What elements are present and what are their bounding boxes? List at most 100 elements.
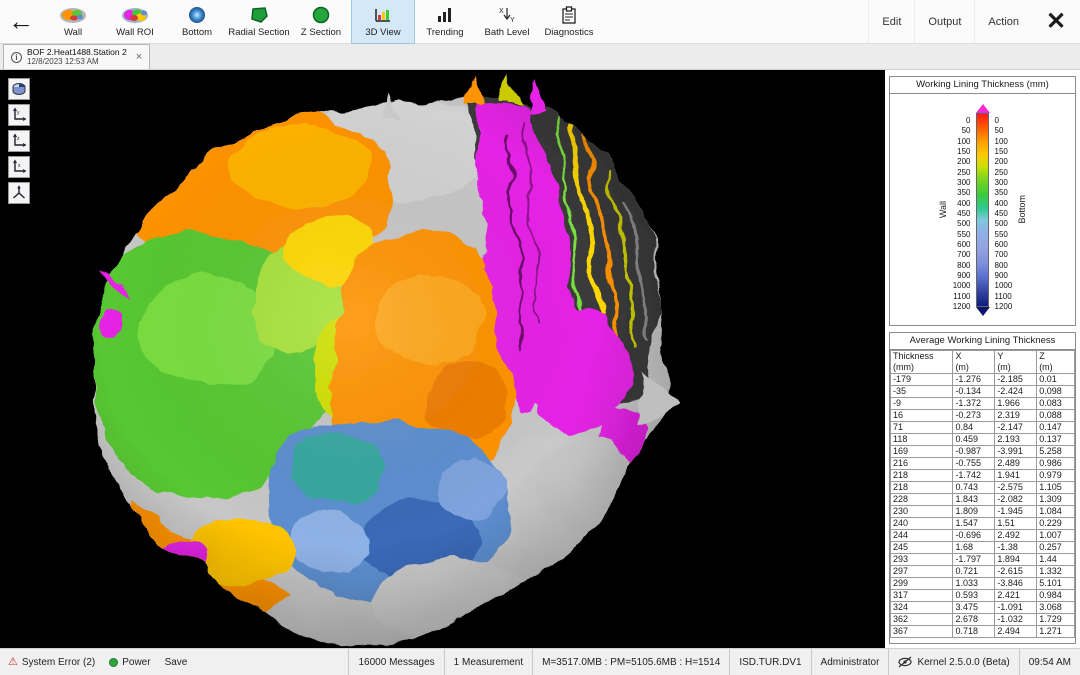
axis-xz-view-button[interactable]: z (8, 130, 30, 152)
toolbar-item-label: Wall ROI (116, 27, 154, 38)
thickness-table[interactable]: Thickness(mm) X(m) Y(m) Z(m) -179-1.276-… (890, 350, 1075, 638)
tab-close-icon[interactable]: × (136, 51, 142, 63)
table-cell: -0.755 (953, 458, 995, 470)
save-status[interactable]: Save (165, 657, 188, 668)
back-button[interactable]: ← (0, 0, 42, 43)
axis-xy-view-button[interactable]: y (8, 104, 30, 126)
legend-tick-label: 250 (957, 169, 970, 177)
table-row[interactable]: 16-0.2732.3190.088 (891, 410, 1075, 422)
action-button[interactable]: Action (974, 0, 1032, 43)
table-row[interactable]: 2281.843-2.0821.309 (891, 494, 1075, 506)
table-cell: 228 (891, 494, 953, 506)
table-row[interactable]: 216-0.7552.4890.986 (891, 458, 1075, 470)
table-cell: 1.809 (953, 506, 995, 518)
legend-tick-label: 100 (957, 138, 970, 146)
toolbar-item-label: Bath Level (485, 27, 530, 38)
table-cell: 240 (891, 518, 953, 530)
axis-yz-view-button[interactable]: x (8, 156, 30, 178)
3d-viewport[interactable]: y z x (0, 70, 885, 648)
kernel-status[interactable]: Kernel 2.5.0.0 (Beta) (888, 649, 1018, 675)
table-row[interactable]: -35-0.134-2.4240.098 (891, 386, 1075, 398)
toolbar-item-radial-section[interactable]: Radial Section (228, 0, 290, 43)
table-row[interactable]: -179-1.276-2.1850.01 (891, 374, 1075, 386)
table-cell: 362 (891, 614, 953, 626)
table-cell: -179 (891, 374, 953, 386)
table-cell: -2.575 (995, 482, 1037, 494)
col-x: X(m) (953, 351, 995, 374)
table-row[interactable]: 169-0.987-3.9915.258 (891, 446, 1075, 458)
table-cell: -9 (891, 398, 953, 410)
table-row[interactable]: 293-1.7971.8941.44 (891, 554, 1075, 566)
legend-title: Working Lining Thickness (mm) (890, 77, 1075, 94)
table-row[interactable]: 2991.033-3.8465.101 (891, 578, 1075, 590)
table-row[interactable]: 2401.5471.510.229 (891, 518, 1075, 530)
device-status[interactable]: ISD.TUR.DV1 (729, 649, 810, 675)
table-row[interactable]: 1180.4592.1930.137 (891, 434, 1075, 446)
table-cell: -2.424 (995, 386, 1037, 398)
legend-tick-label: 350 (957, 189, 970, 197)
toolbar-item-bath-level[interactable]: X Y Bath Level (476, 0, 538, 43)
table-cell: 1.007 (1037, 530, 1075, 542)
table-cell: 1.843 (953, 494, 995, 506)
table-row[interactable]: 3243.475-1.0913.068 (891, 602, 1075, 614)
table-cell: -3.846 (995, 578, 1037, 590)
col-thickness: Thickness(mm) (891, 351, 953, 374)
toolbar-item-wall[interactable]: Wall (42, 0, 104, 43)
warning-icon: ⚠ (8, 657, 18, 668)
toolbar-item-label: Diagnostics (544, 27, 593, 38)
table-row[interactable]: 2180.743-2.5751.105 (891, 482, 1075, 494)
toolbar-item-label: Z Section (301, 27, 341, 38)
legend-tick-label: 800 (995, 262, 1008, 270)
table-cell: -2.185 (995, 374, 1037, 386)
output-button[interactable]: Output (914, 0, 974, 43)
toolbar-item-bottom[interactable]: Bottom (166, 0, 228, 43)
table-row[interactable]: 710.84-2.1470.147 (891, 422, 1075, 434)
table-cell: 2.421 (995, 590, 1037, 602)
toolbar-item-3d-view[interactable]: 3D View (352, 0, 414, 43)
table-cell: 1.894 (995, 554, 1037, 566)
legend-tick-label: 150 (957, 148, 970, 156)
messages-status[interactable]: 16000 Messages (348, 649, 443, 675)
table-cell: 3.068 (1037, 602, 1075, 614)
table-cell: 2.489 (995, 458, 1037, 470)
table-cell: 317 (891, 590, 953, 602)
three-axis-view-button[interactable] (8, 182, 30, 204)
legend-tick-label: 400 (995, 200, 1008, 208)
table-row[interactable]: 3670.7182.4941.271 (891, 626, 1075, 638)
toolbar-item-diagnostics[interactable]: Diagnostics (538, 0, 600, 43)
three-d-view-icon (373, 5, 393, 25)
close-app-button[interactable]: ✕ (1032, 0, 1080, 43)
legend-bottom-label: Bottom (1017, 195, 1027, 224)
save-label: Save (165, 657, 188, 668)
edit-button[interactable]: Edit (868, 0, 914, 43)
table-row[interactable]: 2301.809-1.9451.084 (891, 506, 1075, 518)
user-status[interactable]: Administrator (811, 649, 889, 675)
table-row[interactable]: 3622.678-1.0321.729 (891, 614, 1075, 626)
furnace-3d-model[interactable] (0, 70, 885, 648)
table-cell: 0.083 (1037, 398, 1075, 410)
table-cell: 293 (891, 554, 953, 566)
toolbar-item-trending[interactable]: Trending (414, 0, 476, 43)
toolbar-item-label: Radial Section (228, 27, 289, 38)
table-row[interactable]: 2970.721-2.6151.332 (891, 566, 1075, 578)
table-row[interactable]: 3170.5932.4210.984 (891, 590, 1075, 602)
table-row[interactable]: -9-1.3721.9660.083 (891, 398, 1075, 410)
system-error-status[interactable]: ⚠ System Error (2) (8, 657, 95, 668)
table-row[interactable]: 218-1.7421.9410.979 (891, 470, 1075, 482)
table-cell: -1.032 (995, 614, 1037, 626)
table-row[interactable]: 244-0.6962.4921.007 (891, 530, 1075, 542)
power-status[interactable]: Power (109, 657, 150, 668)
table-row[interactable]: 2451.68-1.380.257 (891, 542, 1075, 554)
thickness-table-panel: Average Working Lining Thickness Thickne… (889, 332, 1076, 644)
measurement-tab[interactable]: i BOF 2.Heat1488.Station 2 12/8/2023 12:… (3, 44, 150, 69)
toolbar-item-z-section[interactable]: Z Section (290, 0, 352, 43)
table-cell: 2.193 (995, 434, 1037, 446)
bottom-thumbnail-icon (188, 5, 206, 25)
measurement-status[interactable]: 1 Measurement (444, 649, 532, 675)
legend-overflow-up-arrow (976, 104, 990, 113)
legend-tick-label: 1200 (995, 303, 1013, 311)
top-toolbar: ← Wall Wall ROI Bottom (0, 0, 1080, 44)
table-cell: 0.229 (1037, 518, 1075, 530)
toolbar-item-wall-roi[interactable]: Wall ROI (104, 0, 166, 43)
iso-disc-view-button[interactable] (8, 78, 30, 100)
